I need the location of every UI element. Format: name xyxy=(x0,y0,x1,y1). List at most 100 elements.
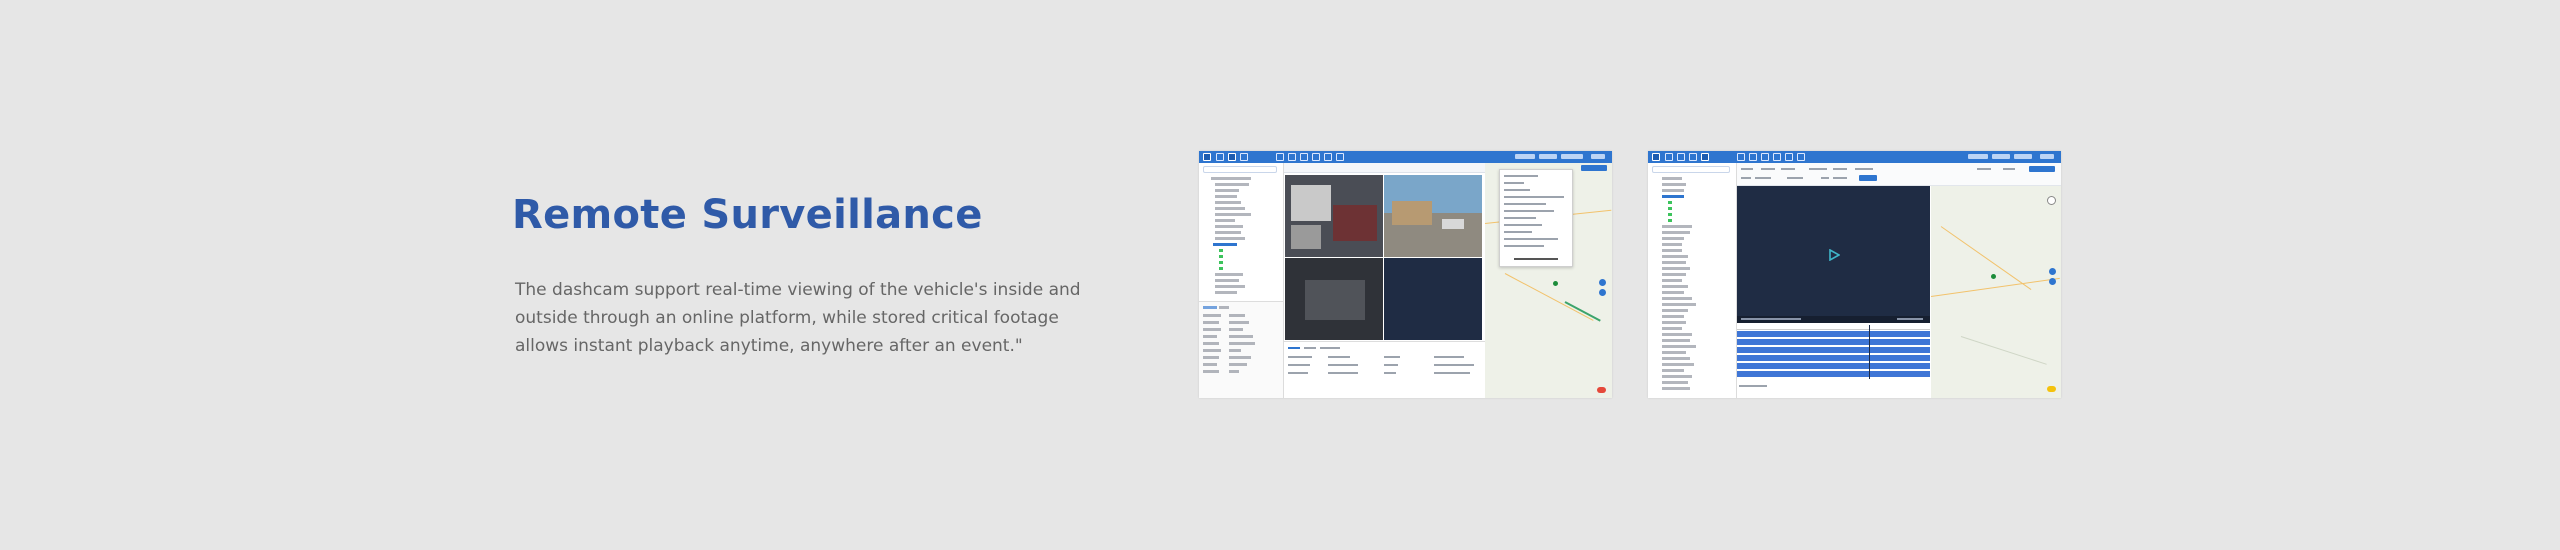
list-tab xyxy=(1304,347,1316,349)
live-view-screenshot xyxy=(1199,151,1612,398)
tree-item xyxy=(1662,285,1688,288)
tree-item xyxy=(1662,231,1690,234)
filter-label xyxy=(1855,168,1873,170)
play-icon[interactable] xyxy=(1828,249,1840,261)
timeline-cursor[interactable] xyxy=(1869,325,1870,379)
tree-search-input xyxy=(1652,166,1730,173)
road xyxy=(1960,336,2047,365)
search-button[interactable] xyxy=(1859,175,1877,181)
timeline-track xyxy=(1737,363,1930,369)
list-row xyxy=(1288,356,1312,358)
info-row xyxy=(1229,335,1253,338)
timeline xyxy=(1737,325,1930,391)
control-icons xyxy=(1897,318,1923,320)
filter-label xyxy=(1977,168,1991,170)
tree-item xyxy=(1662,267,1690,270)
map-panel xyxy=(1930,186,2061,398)
channel-icon xyxy=(1219,249,1223,252)
grid-icon xyxy=(1689,153,1697,161)
channel-icon xyxy=(1668,219,1672,222)
alarm-badge xyxy=(2047,386,2056,392)
channel-icon xyxy=(1219,255,1223,258)
tree-item xyxy=(1215,201,1241,204)
filter-label xyxy=(1833,177,1847,179)
list-tab xyxy=(1288,347,1300,349)
report-icon xyxy=(1312,153,1320,161)
popup-line xyxy=(1504,238,1558,240)
alarm-list xyxy=(1284,341,1489,398)
user-icon xyxy=(1336,153,1344,161)
channel-icon xyxy=(1668,213,1672,216)
vehicle-popup xyxy=(1499,169,1573,267)
info-row xyxy=(1203,356,1219,359)
document-icon xyxy=(1773,153,1781,161)
tree-item xyxy=(1215,237,1245,240)
tree-item xyxy=(1662,315,1684,318)
control-icons xyxy=(1741,318,1801,320)
vehicle xyxy=(1442,219,1464,229)
filter-label xyxy=(1741,177,1751,179)
info-row xyxy=(1203,342,1219,345)
info-tab xyxy=(1219,306,1229,309)
info-row xyxy=(1229,314,1245,317)
playback-icon xyxy=(1701,153,1709,161)
vehicle-marker-icon xyxy=(1991,274,1996,279)
zoom-out-icon xyxy=(1599,289,1606,296)
road xyxy=(1504,273,1594,321)
info-row xyxy=(1229,356,1251,359)
info-row xyxy=(1203,314,1221,317)
playback-button[interactable] xyxy=(2029,166,2055,172)
info-row xyxy=(1203,363,1217,366)
list-row xyxy=(1328,372,1358,374)
zoom-out-icon[interactable] xyxy=(2049,278,2056,285)
tree-item xyxy=(1215,273,1243,276)
tree-item xyxy=(1662,225,1692,228)
info-row xyxy=(1229,349,1241,352)
tree-item xyxy=(1662,273,1686,276)
tree-item xyxy=(1215,225,1243,228)
popup-line xyxy=(1504,231,1532,233)
compass-icon[interactable] xyxy=(2047,196,2056,205)
filter-label xyxy=(1741,168,1753,170)
tree-item xyxy=(1662,237,1684,240)
night-view xyxy=(1305,280,1365,320)
filter-label xyxy=(2003,168,2015,170)
list-row xyxy=(1328,356,1350,358)
grid-icon xyxy=(1240,153,1248,161)
playback-video xyxy=(1737,186,1930,323)
tree-item xyxy=(1662,243,1682,246)
tree-item xyxy=(1662,255,1688,258)
tree-item xyxy=(1662,327,1682,330)
tree-item xyxy=(1662,351,1686,354)
playback-filter-bar xyxy=(1737,163,2061,186)
app-top-bar xyxy=(1199,151,1612,163)
list-row xyxy=(1434,372,1470,374)
alarm-indicator xyxy=(1968,154,1988,159)
timeline-track xyxy=(1737,339,1930,345)
video-channel-4 xyxy=(1384,258,1482,340)
tree-item-selected xyxy=(1662,195,1684,198)
tree-item xyxy=(1662,339,1690,342)
tree-item xyxy=(1662,279,1682,282)
tree-item xyxy=(1662,183,1686,186)
timeline-track xyxy=(1737,347,1930,353)
language-selector xyxy=(1992,154,2010,159)
popup-line xyxy=(1504,189,1530,191)
tree-item xyxy=(1662,291,1684,294)
timeline-track xyxy=(1737,355,1930,361)
list-tab xyxy=(1320,347,1340,349)
tree-item xyxy=(1215,213,1251,216)
vehicle-info-table xyxy=(1199,301,1283,398)
cabin-interior xyxy=(1291,185,1331,221)
timeline-status xyxy=(1739,385,1767,387)
section-description: The dashcam support real-time viewing of… xyxy=(515,280,1081,356)
device-tree xyxy=(1199,163,1284,398)
info-row xyxy=(1203,349,1221,352)
building xyxy=(1392,201,1432,225)
zoom-in-icon[interactable] xyxy=(2049,268,2056,275)
tree-item xyxy=(1215,195,1237,198)
wrench-icon xyxy=(1785,153,1793,161)
tree-item xyxy=(1215,279,1239,282)
popup-line xyxy=(1504,245,1544,247)
info-row xyxy=(1203,335,1217,338)
